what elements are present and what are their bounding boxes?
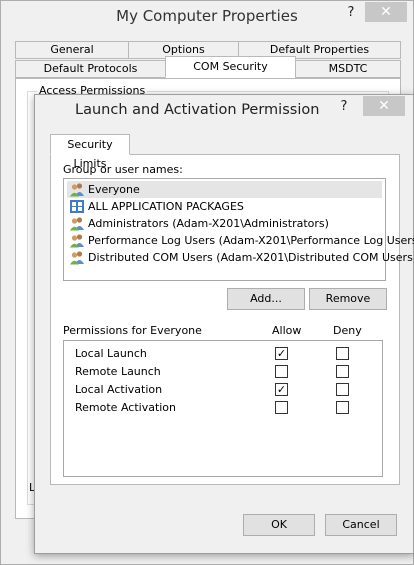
user-item-everyone[interactable]: Everyone bbox=[67, 181, 382, 198]
tab-security-limits[interactable]: Security Limits bbox=[50, 134, 130, 170]
launch-activation-dialog: Launch and Activation Permission ? ✕ Sec… bbox=[34, 94, 414, 554]
tab-com-security[interactable]: COM Security bbox=[165, 56, 296, 78]
cancel-button[interactable]: Cancel bbox=[325, 514, 397, 536]
remove-button[interactable]: Remove bbox=[309, 288, 387, 310]
tab-general[interactable]: General bbox=[15, 41, 129, 59]
user-name: ALL APPLICATION PACKAGES bbox=[88, 200, 244, 213]
tab-msdtc[interactable]: MSDTC bbox=[295, 60, 401, 78]
deny-checkbox[interactable] bbox=[336, 365, 349, 378]
users-group-icon bbox=[70, 183, 84, 197]
deny-checkbox[interactable] bbox=[336, 401, 349, 414]
user-name: Performance Log Users (Adam-X201\Perform… bbox=[88, 234, 414, 247]
permission-row-remote-launch: Remote Launch bbox=[64, 363, 382, 381]
permission-name: Remote Activation bbox=[75, 401, 177, 414]
app-packages-icon bbox=[70, 200, 84, 213]
allow-column-header: Allow bbox=[272, 324, 302, 337]
user-item-administrators[interactable]: Administrators (Adam-X201\Administrators… bbox=[67, 215, 382, 232]
parent-close-button[interactable]: ✕ bbox=[365, 2, 407, 22]
users-group-icon bbox=[70, 234, 84, 248]
dialog-title: Launch and Activation Permission bbox=[75, 102, 320, 118]
parent-help-button[interactable]: ? bbox=[337, 3, 365, 23]
dialog-help-button[interactable]: ? bbox=[330, 97, 358, 117]
user-item-distributed-com-users[interactable]: Distributed COM Users (Adam-X201\Distrib… bbox=[67, 249, 414, 266]
permission-name: Remote Launch bbox=[75, 365, 161, 378]
deny-checkbox[interactable] bbox=[336, 383, 349, 396]
deny-checkbox[interactable] bbox=[336, 347, 349, 360]
dialog-close-button[interactable]: ✕ bbox=[363, 96, 405, 116]
permissions-label: Permissions for Everyone bbox=[63, 324, 202, 337]
user-item-all-application-packages[interactable]: ALL APPLICATION PACKAGES bbox=[67, 198, 382, 215]
permission-row-local-activation: Local Activation ✓ bbox=[64, 381, 382, 399]
users-group-icon bbox=[70, 251, 84, 265]
allow-checkbox[interactable] bbox=[275, 365, 288, 378]
allow-checkbox[interactable]: ✓ bbox=[275, 347, 288, 360]
user-item-performance-log-users[interactable]: Performance Log Users (Adam-X201\Perform… bbox=[67, 232, 414, 249]
add-button[interactable]: Add... bbox=[227, 288, 305, 310]
tab-default-protocols[interactable]: Default Protocols bbox=[15, 60, 166, 78]
allow-checkbox[interactable] bbox=[275, 401, 288, 414]
allow-checkbox[interactable]: ✓ bbox=[275, 383, 288, 396]
user-name: Everyone bbox=[88, 183, 140, 196]
group-or-user-names-label: Group or user names: bbox=[63, 163, 183, 176]
ok-button[interactable]: OK bbox=[243, 514, 315, 536]
user-list[interactable]: Everyone ALL APPLICATION PACKAGES Admini… bbox=[63, 178, 414, 281]
user-name: Administrators (Adam-X201\Administrators… bbox=[88, 217, 329, 230]
permissions-list: Local Launch ✓ Remote Launch Local Activ… bbox=[63, 340, 383, 477]
permission-row-local-launch: Local Launch ✓ bbox=[64, 345, 382, 363]
permission-name: Local Launch bbox=[75, 347, 147, 360]
permission-name: Local Activation bbox=[75, 383, 163, 396]
deny-column-header: Deny bbox=[333, 324, 362, 337]
users-group-icon bbox=[70, 217, 84, 231]
user-name: Distributed COM Users (Adam-X201\Distrib… bbox=[88, 251, 414, 264]
permission-row-remote-activation: Remote Activation bbox=[64, 399, 382, 417]
